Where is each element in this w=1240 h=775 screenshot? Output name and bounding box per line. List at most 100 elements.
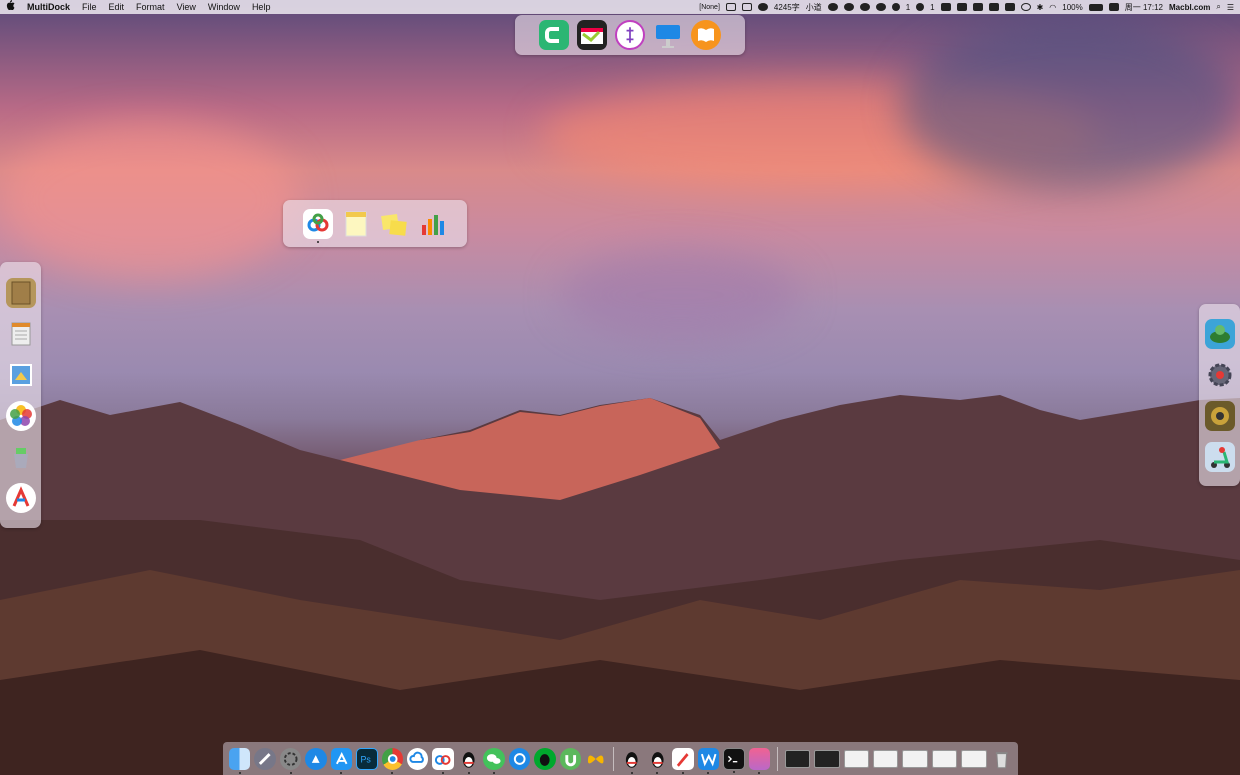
running-indicator — [340, 771, 343, 774]
menu-view[interactable]: View — [171, 0, 202, 14]
wifi-icon[interactable]: ◠ — [1049, 3, 1056, 12]
app-status-icon[interactable] — [940, 3, 951, 11]
gear-app-icon[interactable] — [1205, 360, 1235, 390]
notif-count-2: 1 — [930, 2, 935, 12]
right-dock — [1199, 304, 1240, 486]
terminal-window-2[interactable] — [814, 749, 840, 768]
ibooks-icon[interactable] — [691, 20, 721, 50]
input-mode-status[interactable]: [None] — [699, 4, 720, 11]
ssh-icon[interactable] — [748, 747, 770, 774]
status-area: [None] 4245字 小道 1 1 ✱ ◠ 100% 周一 17:12 Ma… — [699, 0, 1234, 14]
wechat-icon[interactable] — [483, 747, 505, 774]
display-icon[interactable] — [725, 3, 736, 11]
window-thumb-4[interactable] — [931, 749, 958, 768]
evernote-icon[interactable] — [534, 747, 556, 770]
istat-icon[interactable] — [615, 20, 645, 50]
archiver-icon[interactable] — [6, 442, 36, 472]
system-preferences-icon[interactable] — [279, 747, 302, 774]
app-store-icon[interactable] — [330, 747, 353, 774]
notebook-icon[interactable] — [5, 277, 36, 308]
notes-icon[interactable] — [341, 209, 371, 239]
character-icon[interactable] — [1204, 400, 1235, 431]
status-icon-9[interactable] — [1004, 3, 1015, 11]
time-machine-icon[interactable] — [1020, 3, 1031, 11]
running-indicator — [467, 771, 470, 774]
edge-icon[interactable] — [508, 747, 531, 770]
clock[interactable]: 周一 17:12 — [1125, 2, 1163, 13]
apple-menu-icon[interactable] — [0, 0, 21, 14]
left-dock — [0, 262, 41, 528]
running-indicator — [391, 771, 394, 774]
user-status[interactable]: 小道 — [806, 2, 822, 13]
butterfly-icon[interactable] — [585, 748, 606, 770]
game-turtle-icon[interactable] — [1204, 318, 1235, 349]
terminal-icon[interactable] — [723, 747, 745, 773]
pencil-icon[interactable] — [672, 747, 694, 774]
notif-count-1: 1 — [905, 2, 911, 12]
middle-dock — [283, 200, 467, 247]
qq-icon-2[interactable] — [621, 748, 642, 774]
svg-text:Ps: Ps — [361, 754, 372, 764]
menu-edit[interactable]: Edit — [103, 0, 131, 14]
window-thumb-3[interactable] — [902, 749, 928, 768]
input-source-icon[interactable] — [1108, 3, 1119, 11]
battery-percent[interactable]: 100% — [1062, 3, 1082, 12]
terminal-window[interactable] — [784, 749, 811, 768]
desktop-wallpaper — [0, 0, 1240, 775]
running-indicator — [317, 240, 319, 243]
screen-icon[interactable] — [741, 3, 752, 11]
launchpad-icon[interactable] — [254, 747, 276, 770]
stickies-icon[interactable] — [379, 209, 409, 239]
menu-file[interactable]: File — [76, 0, 103, 14]
status-icon-8[interactable] — [988, 3, 999, 11]
menu-format[interactable]: Format — [130, 0, 171, 14]
camtasia-icon[interactable] — [539, 20, 569, 50]
scooter-icon[interactable] — [1204, 441, 1235, 472]
eye-icon[interactable] — [757, 3, 768, 11]
keynote-icon[interactable] — [653, 20, 683, 50]
wechat-status-icon[interactable] — [827, 3, 838, 11]
word-count[interactable]: 4245字 — [774, 2, 800, 13]
bell-icon[interactable] — [875, 3, 886, 11]
finder-icon[interactable] — [229, 747, 251, 774]
qq-icon[interactable] — [458, 748, 479, 774]
running-indicator — [758, 771, 761, 774]
photoshop-icon[interactable]: Ps — [356, 747, 378, 770]
preview-icon[interactable] — [6, 360, 36, 390]
menu-help[interactable]: Help — [246, 0, 277, 14]
cloud-status-icon[interactable] — [843, 3, 854, 11]
app-name[interactable]: MultiDock — [21, 0, 76, 14]
photos-icon[interactable] — [5, 400, 36, 431]
notepad-icon[interactable] — [6, 319, 36, 349]
running-indicator — [732, 770, 735, 773]
window-thumb-5[interactable] — [961, 749, 987, 768]
site-label[interactable]: Macbl.com — [1169, 3, 1210, 12]
running-indicator — [289, 771, 292, 774]
window-thumb-1[interactable] — [843, 749, 870, 768]
baidu-netdisk-icon[interactable] — [432, 747, 454, 774]
running-indicator — [656, 771, 659, 774]
monitor-icon[interactable] — [956, 3, 967, 11]
notification-center-icon[interactable]: ☰ — [1227, 3, 1234, 12]
window-thumb-2[interactable] — [873, 749, 899, 768]
affinity-icon[interactable] — [5, 482, 36, 513]
wps-icon[interactable] — [697, 747, 720, 774]
menu-window[interactable]: Window — [202, 0, 246, 14]
icloud-icon[interactable] — [407, 747, 429, 770]
trash-icon[interactable] — [991, 748, 1012, 770]
search-icon[interactable]: ⌕ — [1216, 2, 1220, 12]
safari-icon[interactable] — [305, 747, 327, 770]
bluetooth-icon[interactable]: ✱ — [1037, 3, 1044, 12]
chrome-icon[interactable] — [381, 747, 404, 774]
final-cut-icon[interactable] — [577, 20, 607, 50]
notif-icon-2[interactable] — [916, 3, 925, 11]
main-dock: Ps — [223, 742, 1018, 775]
baidu-netdisk-icon[interactable] — [303, 208, 333, 243]
qq-icon-3[interactable] — [647, 748, 668, 774]
qq-status-icon[interactable] — [859, 3, 870, 11]
utorrent-icon[interactable] — [559, 747, 581, 770]
battery-icon[interactable] — [1088, 3, 1103, 11]
notif-icon-1[interactable] — [891, 3, 900, 11]
numbers-icon[interactable] — [417, 209, 447, 239]
status-icon-7[interactable] — [972, 3, 983, 11]
